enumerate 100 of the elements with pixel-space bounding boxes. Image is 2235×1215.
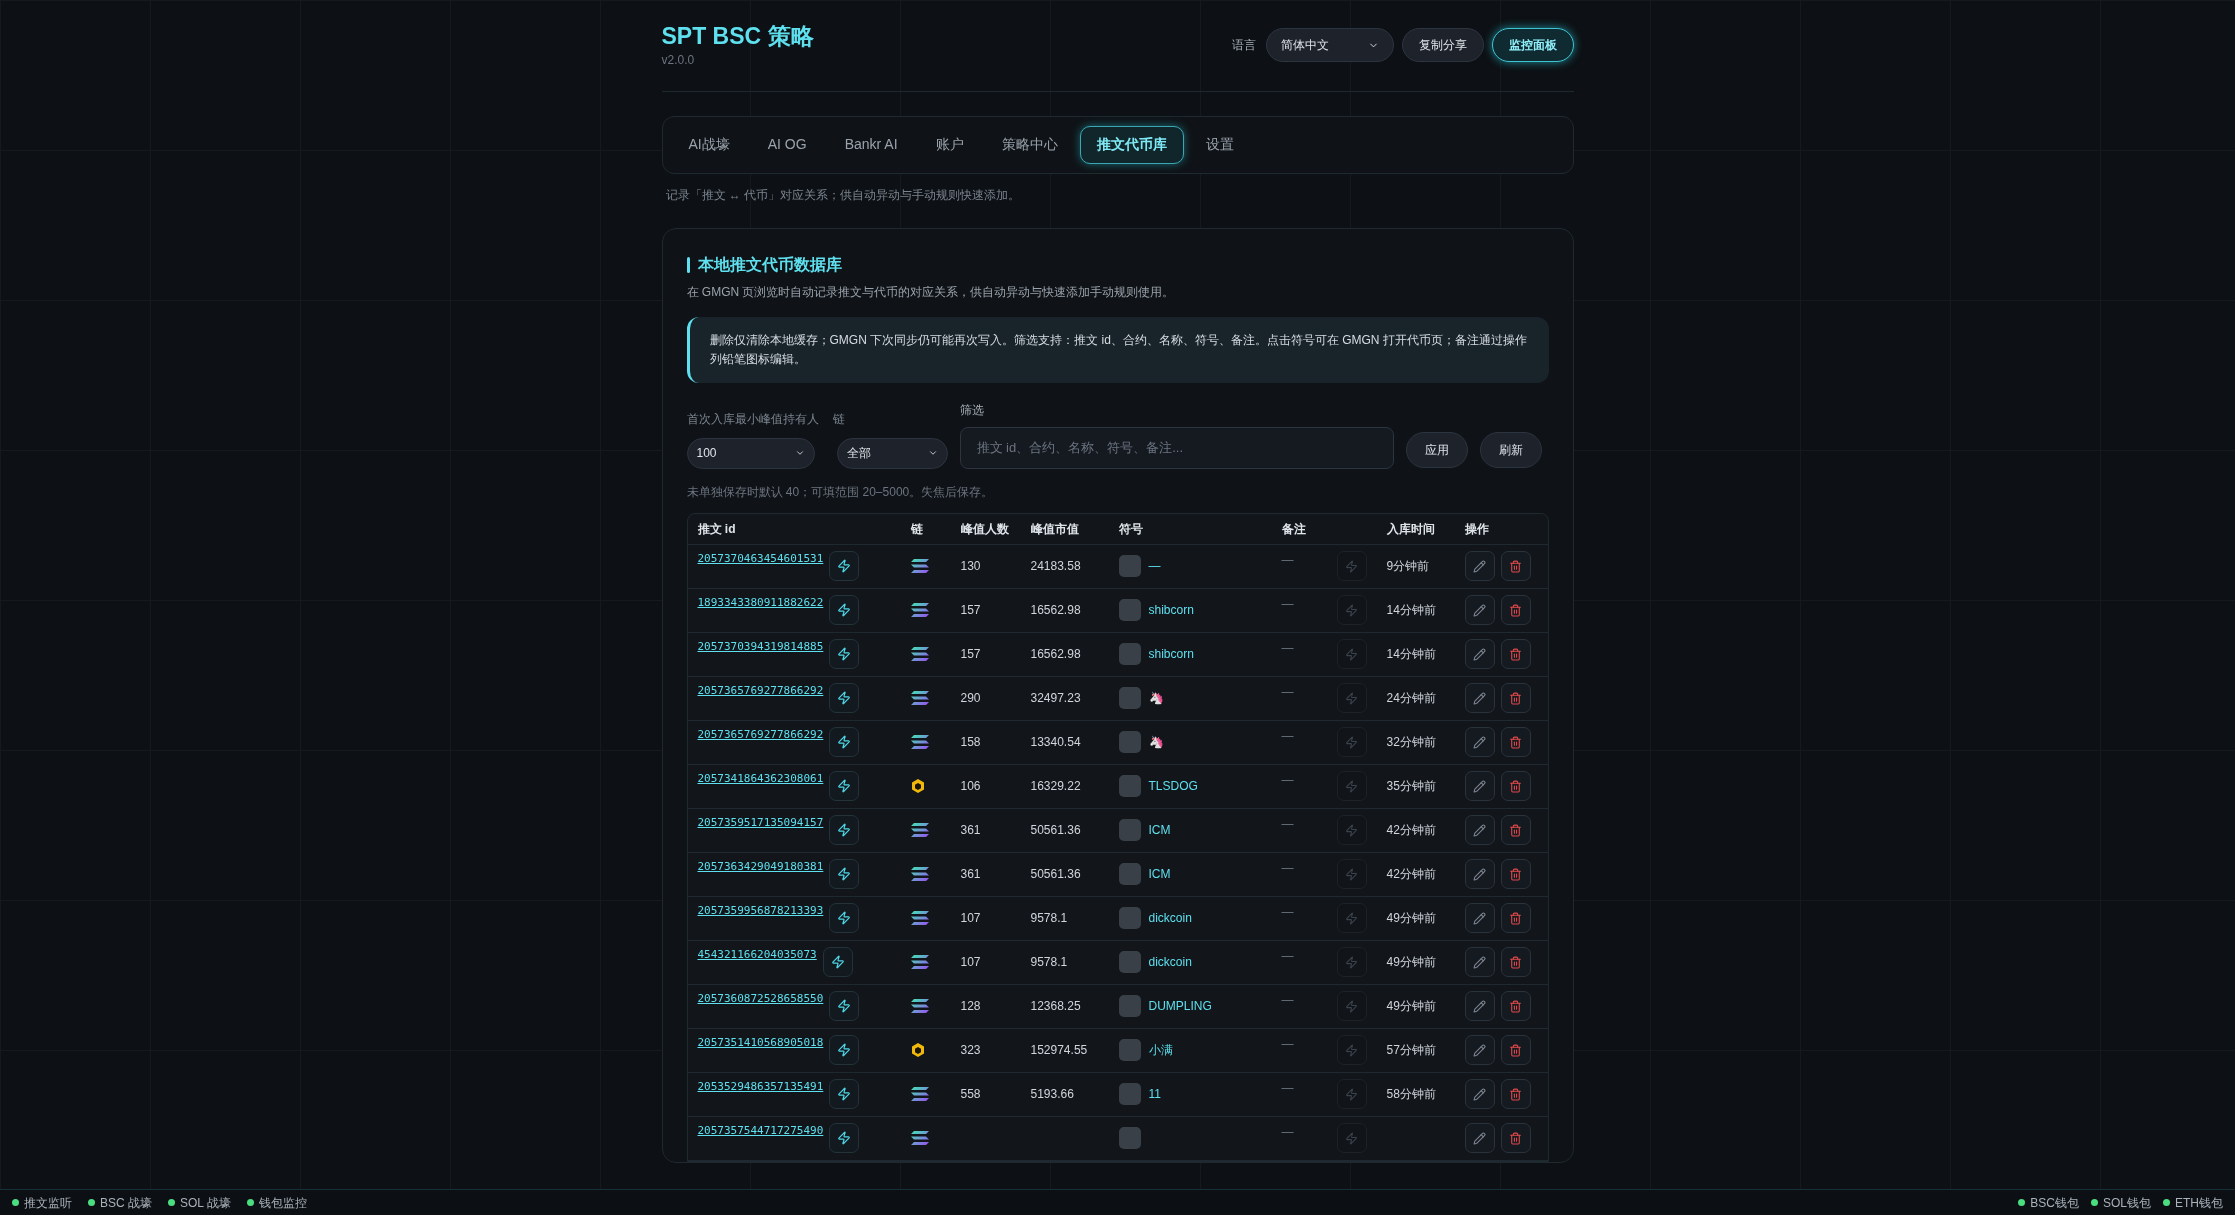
edit-button[interactable] <box>1464 1079 1495 1110</box>
symbol-link[interactable]: 🦄 <box>1148 733 1164 752</box>
quick-add-button[interactable] <box>829 902 860 933</box>
edit-button[interactable] <box>1464 815 1495 846</box>
edit-button[interactable] <box>1464 771 1495 802</box>
column-header: 峰值市值 <box>1030 520 1080 538</box>
quick-add-button[interactable] <box>829 1078 860 1109</box>
delete-button[interactable] <box>1500 595 1531 626</box>
symbol-link[interactable]: ICM <box>1148 865 1171 884</box>
tweet-id-link[interactable]: 2057359517135094157 <box>697 814 824 832</box>
lightning-icon <box>837 998 852 1013</box>
lightning-icon <box>1345 955 1358 969</box>
symbol-link[interactable]: 小满 <box>1148 1041 1173 1060</box>
delete-button[interactable] <box>1500 859 1531 890</box>
edit-button[interactable] <box>1464 1035 1495 1066</box>
refresh-button[interactable]: 刷新 <box>1479 431 1542 468</box>
peak-holders-cell-text: 361 <box>960 866 982 884</box>
tab[interactable]: AI OG <box>751 125 823 164</box>
token-avatar-placeholder <box>1118 951 1141 974</box>
quick-add-button[interactable] <box>829 1122 860 1153</box>
delete-button[interactable] <box>1500 551 1531 582</box>
note-cell-text: — <box>1281 903 1295 921</box>
edit-button[interactable] <box>1464 1123 1495 1154</box>
quick-add-button[interactable] <box>829 550 860 581</box>
delete-button[interactable] <box>1500 903 1531 934</box>
symbol-link[interactable]: TLSDOG <box>1148 777 1198 796</box>
quick-add-button[interactable] <box>829 682 860 713</box>
tweet-id-link[interactable]: 2057363429049180381 <box>697 858 824 876</box>
symbol-link[interactable]: ICM <box>1148 821 1171 840</box>
added-time-cell-text: 9分钟前 <box>1386 558 1431 576</box>
symbol-link[interactable]: dickcoin <box>1148 909 1192 928</box>
symbol-link[interactable]: DUMPLING <box>1148 997 1212 1016</box>
delete-button[interactable] <box>1500 991 1531 1022</box>
tweet-id-link[interactable]: 2057365769277866292 <box>697 682 824 700</box>
quick-add-button[interactable] <box>829 858 860 889</box>
delete-button[interactable] <box>1500 815 1531 846</box>
edit-button[interactable] <box>1464 551 1495 582</box>
tweet-id-link[interactable]: 2057357544717275490 <box>697 1122 824 1140</box>
delete-button[interactable] <box>1500 1079 1531 1110</box>
delete-button[interactable] <box>1500 639 1531 670</box>
tweet-id-link[interactable]: 2057365769277866292 <box>697 726 824 744</box>
note-cell-text: — <box>1281 947 1295 965</box>
tweet-id-link[interactable]: 454321166204035073 <box>697 946 817 964</box>
tab[interactable]: 设置 <box>1189 125 1250 164</box>
edit-button[interactable] <box>1464 683 1495 714</box>
apply-button[interactable]: 应用 <box>1405 431 1468 468</box>
edit-button[interactable] <box>1464 595 1495 626</box>
pencil-icon <box>1473 955 1486 969</box>
edit-button[interactable] <box>1464 859 1495 890</box>
tweet-id-link[interactable]: 2057341864362308061 <box>697 770 824 788</box>
tab[interactable]: AI战壕 <box>672 125 746 164</box>
language-select[interactable]: 简体中文 <box>1265 28 1394 62</box>
chain-select[interactable]: 全部 <box>836 437 948 469</box>
delete-button[interactable] <box>1500 771 1531 802</box>
monitor-button[interactable]: 监控面板 <box>1491 28 1574 62</box>
quick-add-button[interactable] <box>829 1034 860 1065</box>
stacked-bars-icon <box>910 735 929 750</box>
edit-button[interactable] <box>1464 639 1495 670</box>
delete-button[interactable] <box>1500 727 1531 758</box>
symbol-link[interactable]: shibcorn <box>1148 645 1194 664</box>
edit-button[interactable] <box>1464 727 1495 758</box>
delete-button[interactable] <box>1500 1035 1531 1066</box>
tweet-id-link[interactable]: 2057351410568905018 <box>697 1034 824 1052</box>
symbol-link[interactable]: 11 <box>1148 1085 1161 1104</box>
delete-button[interactable] <box>1500 683 1531 714</box>
tweet-id-link[interactable]: 2053529486357135491 <box>697 1078 824 1096</box>
symbol-link[interactable]: — <box>1148 557 1161 576</box>
symbol-link[interactable]: dickcoin <box>1148 953 1192 972</box>
delete-button[interactable] <box>1500 1123 1531 1154</box>
filter-input[interactable]: 推文 id、合约、名称、符号、备注... <box>959 426 1394 469</box>
quick-add-button[interactable] <box>829 638 860 669</box>
quick-add-button[interactable] <box>822 946 853 977</box>
share-button[interactable]: 复制分享 <box>1401 28 1484 62</box>
edit-button[interactable] <box>1464 947 1495 978</box>
tweet-id-link[interactable]: 1893343380911882622 <box>697 594 824 612</box>
tweet-id-link[interactable]: 2057359956878213393 <box>697 902 824 920</box>
quick-add-button[interactable] <box>829 814 860 845</box>
token-avatar-placeholder <box>1118 995 1141 1018</box>
quick-add-button[interactable] <box>829 990 860 1021</box>
delete-button[interactable] <box>1500 947 1531 978</box>
tweet-id-link[interactable]: 2057370394319814885 <box>697 638 824 656</box>
stacked-bars-icon <box>910 999 929 1014</box>
symbol-link[interactable]: shibcorn <box>1148 601 1194 620</box>
note-cell-text: — <box>1281 639 1295 657</box>
note-cell-text: — <box>1281 815 1295 833</box>
symbol-link[interactable]: 🦄 <box>1148 689 1164 708</box>
tab[interactable]: 策略中心 <box>985 125 1074 164</box>
peak-holders-cell-text: 158 <box>960 734 982 752</box>
tab[interactable]: 推文代币库 <box>1079 125 1184 164</box>
tab[interactable]: 账户 <box>919 125 980 164</box>
tweet-id-link[interactable]: 2057360872528658550 <box>697 990 824 1008</box>
quick-add-button[interactable] <box>829 726 860 757</box>
edit-button[interactable] <box>1464 903 1495 934</box>
quick-add-button[interactable] <box>829 770 860 801</box>
quick-add-button[interactable] <box>829 594 860 625</box>
edit-button[interactable] <box>1464 991 1495 1022</box>
min-holders-select[interactable]: 100 <box>686 437 815 469</box>
peak-mcap-cell-text: 5193.66 <box>1030 1086 1075 1104</box>
tweet-id-link[interactable]: 2057370463454601531 <box>697 550 824 568</box>
tab[interactable]: Bankr AI <box>828 125 914 164</box>
